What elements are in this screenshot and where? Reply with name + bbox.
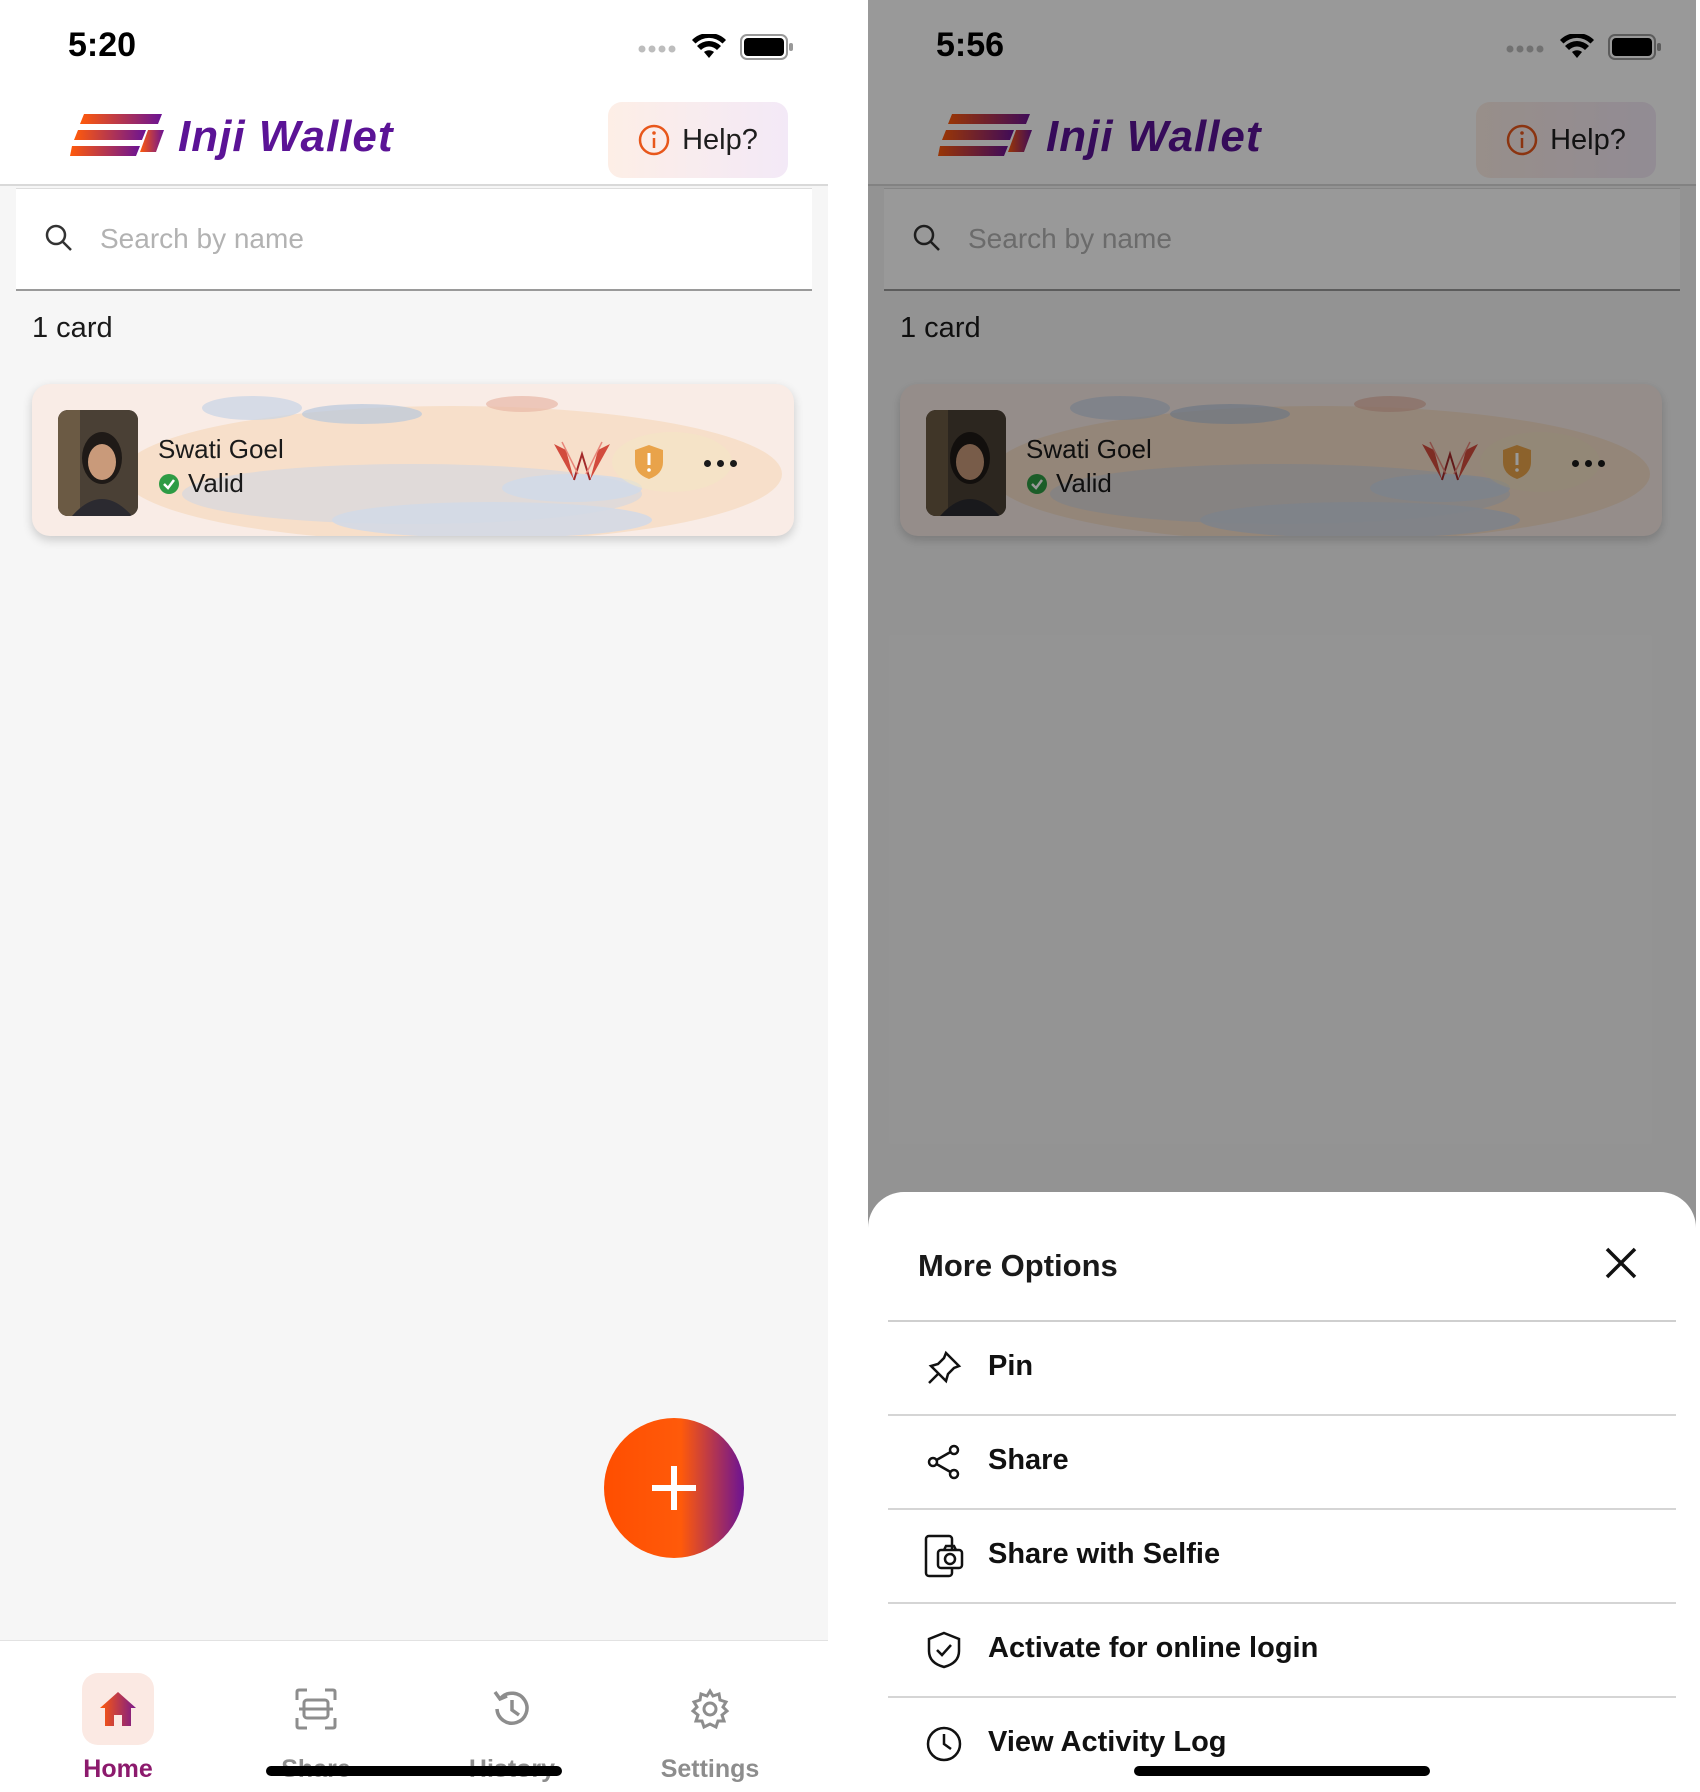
history-icon xyxy=(493,1690,529,1725)
plus-icon xyxy=(652,1466,696,1510)
card-status: Valid xyxy=(158,468,244,499)
option-pin-label: Pin xyxy=(988,1350,1034,1382)
avatar xyxy=(58,410,138,516)
more-options-icon[interactable] xyxy=(704,460,737,467)
status-time: 5:20 xyxy=(68,26,137,64)
home-icon xyxy=(100,1692,136,1726)
nav-settings[interactable]: Settings xyxy=(640,1673,780,1784)
option-share-label: Share xyxy=(988,1444,1069,1476)
clock-icon xyxy=(922,1722,966,1766)
sheet-title: More Options xyxy=(918,1248,1118,1283)
status-icons xyxy=(638,32,794,65)
issuer-logo-icon xyxy=(554,441,610,481)
app-header: Inji Wallet Help? xyxy=(0,100,828,186)
wifi-icon xyxy=(692,32,726,65)
option-view-activity-log-label: View Activity Log xyxy=(988,1726,1227,1758)
card-background-pattern xyxy=(122,396,782,536)
pin-icon xyxy=(922,1346,966,1390)
more-options-sheet: More Options Pin Share Share with Selfie xyxy=(868,1192,1696,1792)
home-indicator xyxy=(266,1766,562,1776)
home-screen: 5:20 Inji Wallet Help? Search by name 1 … xyxy=(0,0,828,1792)
credential-card[interactable]: Swati Goel Valid xyxy=(32,384,794,536)
nav-home-label: Home xyxy=(83,1755,153,1783)
battery-icon xyxy=(740,34,794,65)
app-title: Inji Wallet xyxy=(178,112,394,161)
gear-icon xyxy=(690,1688,730,1730)
option-share[interactable]: Share xyxy=(888,1416,1676,1510)
share-selfie-icon xyxy=(922,1534,966,1578)
shield-check-icon xyxy=(922,1628,966,1672)
share-icon xyxy=(922,1440,966,1484)
check-circle-icon xyxy=(159,473,179,494)
scan-icon xyxy=(295,1688,337,1730)
search-bar xyxy=(16,188,812,291)
home-screen-with-options: 5:56 Inji Wallet Help? Search by name 1 … xyxy=(868,0,1696,1792)
inji-logo-icon xyxy=(70,114,164,156)
help-button[interactable]: Help? xyxy=(608,102,788,178)
app-logo: Inji Wallet xyxy=(70,112,394,162)
help-label: Help? xyxy=(682,123,758,156)
nav-home[interactable]: Home xyxy=(48,1673,188,1784)
option-view-activity-log[interactable]: View Activity Log xyxy=(888,1698,1676,1790)
card-holder-name: Swati Goel xyxy=(158,434,284,464)
option-activate-online-login[interactable]: Activate for online login xyxy=(888,1604,1676,1698)
shield-warning-icon xyxy=(635,445,663,479)
close-icon[interactable] xyxy=(1604,1246,1638,1280)
search-icon xyxy=(45,224,72,251)
card-status-label: Valid xyxy=(188,468,244,498)
home-indicator xyxy=(1134,1766,1430,1776)
option-share-with-selfie-label: Share with Selfie xyxy=(988,1538,1221,1570)
status-bar: 5:20 xyxy=(0,0,828,100)
add-card-button[interactable] xyxy=(604,1418,744,1558)
search-input[interactable] xyxy=(98,215,702,263)
card-count: 1 card xyxy=(32,312,113,344)
signal-icon xyxy=(638,41,678,59)
info-icon xyxy=(638,124,670,156)
option-pin[interactable]: Pin xyxy=(888,1322,1676,1416)
nav-settings-label: Settings xyxy=(660,1755,760,1783)
option-activate-online-login-label: Activate for online login xyxy=(988,1632,1319,1664)
option-share-with-selfie[interactable]: Share with Selfie xyxy=(888,1510,1676,1604)
